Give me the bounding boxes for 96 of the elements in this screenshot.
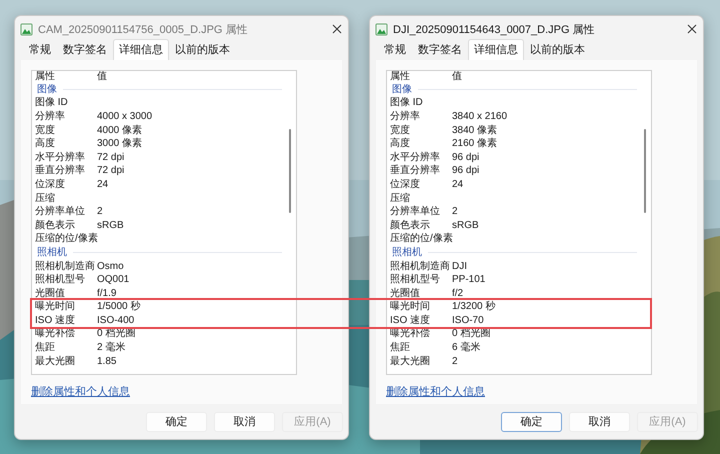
property-name: ISO 速度 [390, 314, 432, 327]
property-value: Osmo [97, 260, 124, 273]
property-name: 最大光圈 [390, 356, 431, 368]
property-name: 最大光圈 [35, 356, 76, 368]
tab[interactable]: 数字签名 [57, 39, 113, 60]
property-name: 位深度 [35, 178, 66, 191]
property-value: 96 dpi [452, 152, 480, 164]
property-name: 压缩 [35, 192, 56, 205]
property-name: 垂直分辨率 [35, 165, 86, 178]
property-value: 72 dpi [97, 165, 124, 178]
group-header: 图像 [37, 84, 57, 96]
property-value: 2 [452, 356, 458, 368]
property-name: 宽度 [35, 124, 56, 137]
window-title: CAM_20250901154756_0005_D.JPG 属性 [38, 22, 249, 36]
property-value: 3840 像素 [452, 124, 498, 137]
column-header[interactable]: 属性 [390, 71, 452, 83]
property-name: 高度 [35, 138, 56, 150]
property-name: 水平分辨率 [390, 152, 441, 164]
property-value: f/2 [452, 288, 464, 300]
group-header: 图像 [392, 84, 412, 96]
property-value: PP-101 [452, 274, 486, 286]
property-name: 照相机型号 [390, 274, 441, 286]
tab[interactable]: 常规 [378, 39, 412, 60]
dialog-button[interactable]: 确定 [146, 412, 207, 432]
property-name: 分辨率单位 [35, 206, 86, 218]
scrollbar-thumb[interactable] [644, 129, 646, 213]
property-value: 2 [452, 206, 458, 218]
property-value: 2160 像素 [452, 138, 498, 150]
property-value: 3000 像素 [97, 138, 142, 150]
property-value: ISO-70 [452, 314, 484, 327]
property-value: f/1.9 [97, 288, 116, 300]
property-value: OQ001 [97, 274, 130, 286]
property-name: 水平分辨率 [35, 152, 86, 164]
scrollbar-thumb[interactable] [289, 129, 291, 213]
close-icon[interactable] [687, 24, 697, 34]
property-name: 图像 ID [390, 97, 424, 110]
close-icon[interactable] [332, 24, 342, 34]
group-header: 照相机 [392, 246, 422, 259]
property-name: 照相机制造商 [390, 260, 451, 273]
property-value: 2 [97, 206, 103, 218]
tab[interactable]: 常规 [23, 39, 57, 60]
property-value: 24 [452, 178, 464, 191]
property-value: 1/3200 秒 [452, 301, 496, 314]
property-name: 焦距 [390, 342, 411, 354]
property-name: 分辨率单位 [390, 206, 441, 218]
property-name: ISO 速度 [35, 314, 76, 327]
property-name: 位深度 [390, 178, 421, 191]
property-value: 4000 像素 [97, 124, 142, 137]
remove-properties-link[interactable]: 删除属性和个人信息 [31, 384, 130, 399]
property-value: DJI [452, 260, 467, 273]
property-name: 压缩的位/像素 [35, 233, 97, 246]
property-value: 3840 x 2160 [452, 110, 508, 123]
window-title: DJI_20250901154643_0007_D.JPG 属性 [393, 22, 596, 36]
tab[interactable]: 数字签名 [412, 39, 468, 60]
dialog-button[interactable]: 确定 [501, 412, 562, 432]
property-name: 曝光时间 [35, 301, 76, 314]
dialog-button[interactable]: 取消 [569, 412, 630, 432]
remove-properties-link[interactable]: 删除属性和个人信息 [386, 384, 485, 399]
column-header[interactable]: 属性 [35, 71, 97, 83]
property-name: 焦距 [35, 342, 56, 354]
property-value: 6 毫米 [452, 342, 480, 354]
property-name: 压缩 [390, 192, 411, 205]
column-header[interactable]: 值 [452, 71, 462, 83]
property-name: 垂直分辨率 [390, 165, 441, 178]
tab[interactable]: 详细信息 [113, 39, 169, 60]
image-file-icon [375, 22, 388, 36]
property-value: sRGB [97, 220, 124, 232]
property-value: 96 dpi [452, 165, 480, 178]
property-value: 1/5000 秒 [97, 301, 140, 314]
property-name: 宽度 [390, 124, 411, 137]
property-value: 72 dpi [97, 152, 124, 164]
property-value: sRGB [452, 220, 479, 232]
property-value: 1.85 [97, 356, 116, 368]
tab[interactable]: 详细信息 [468, 39, 524, 60]
property-name: 照相机型号 [35, 274, 86, 286]
property-name: 高度 [390, 138, 411, 150]
column-header[interactable]: 值 [97, 71, 107, 83]
property-name: 光圈值 [390, 288, 421, 300]
property-value: 4000 x 3000 [97, 110, 152, 123]
property-name: 分辨率 [390, 110, 421, 123]
property-name: 分辨率 [35, 110, 66, 123]
property-name: 颜色表示 [390, 220, 431, 232]
property-value: 2 毫米 [97, 342, 126, 354]
property-name: 图像 ID [35, 97, 69, 110]
property-name: 颜色表示 [35, 220, 76, 232]
tab[interactable]: 以前的版本 [169, 39, 236, 60]
property-value: ISO-400 [97, 314, 134, 327]
property-name: 照相机制造商 [35, 260, 96, 273]
image-file-icon [20, 22, 33, 36]
dialog-button[interactable]: 取消 [214, 412, 275, 432]
property-name: 曝光时间 [390, 301, 431, 314]
group-header: 照相机 [37, 246, 67, 259]
property-name: 光圈值 [35, 288, 66, 300]
property-name: 压缩的位/像素 [390, 233, 452, 246]
tab[interactable]: 以前的版本 [524, 39, 591, 60]
property-value: 24 [97, 178, 108, 191]
